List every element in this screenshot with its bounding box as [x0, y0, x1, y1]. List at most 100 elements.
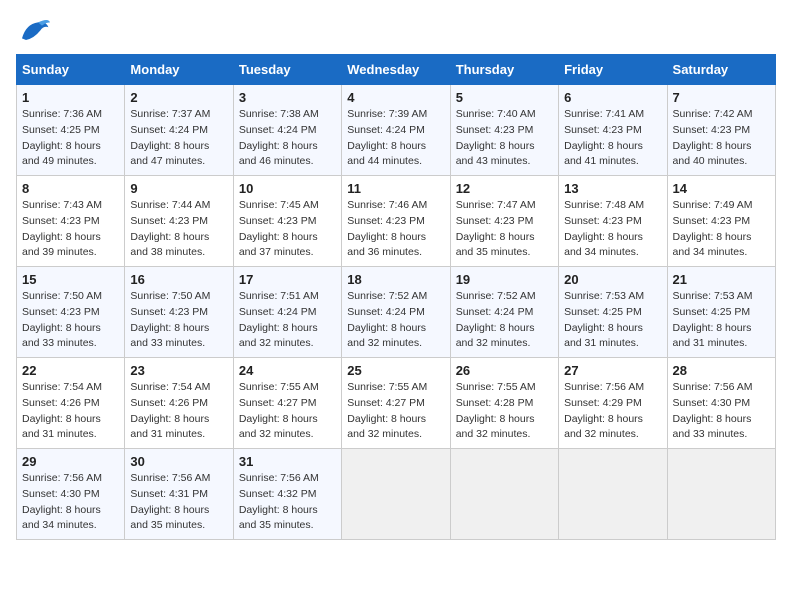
day-number: 24 — [239, 363, 336, 378]
day-info: Sunrise: 7:54 AM Sunset: 4:26 PM Dayligh… — [22, 380, 119, 443]
day-info: Sunrise: 7:51 AM Sunset: 4:24 PM Dayligh… — [239, 289, 336, 352]
calendar-cell: 12 Sunrise: 7:47 AM Sunset: 4:23 PM Dayl… — [450, 176, 558, 267]
day-number: 1 — [22, 90, 119, 105]
logo — [16, 16, 50, 44]
calendar-cell: 29 Sunrise: 7:56 AM Sunset: 4:30 PM Dayl… — [17, 449, 125, 540]
calendar-cell: 21 Sunrise: 7:53 AM Sunset: 4:25 PM Dayl… — [667, 267, 775, 358]
day-info: Sunrise: 7:52 AM Sunset: 4:24 PM Dayligh… — [347, 289, 444, 352]
page-header — [16, 16, 776, 44]
day-number: 21 — [673, 272, 770, 287]
calendar-cell: 26 Sunrise: 7:55 AM Sunset: 4:28 PM Dayl… — [450, 358, 558, 449]
calendar-cell: 19 Sunrise: 7:52 AM Sunset: 4:24 PM Dayl… — [450, 267, 558, 358]
day-number: 2 — [130, 90, 227, 105]
day-info: Sunrise: 7:56 AM Sunset: 4:30 PM Dayligh… — [22, 471, 119, 534]
day-number: 26 — [456, 363, 553, 378]
day-info: Sunrise: 7:46 AM Sunset: 4:23 PM Dayligh… — [347, 198, 444, 261]
calendar-cell: 4 Sunrise: 7:39 AM Sunset: 4:24 PM Dayli… — [342, 85, 450, 176]
week-row-2: 8 Sunrise: 7:43 AM Sunset: 4:23 PM Dayli… — [17, 176, 776, 267]
calendar-cell: 2 Sunrise: 7:37 AM Sunset: 4:24 PM Dayli… — [125, 85, 233, 176]
day-number: 7 — [673, 90, 770, 105]
day-info: Sunrise: 7:55 AM Sunset: 4:28 PM Dayligh… — [456, 380, 553, 443]
calendar-cell: 25 Sunrise: 7:55 AM Sunset: 4:27 PM Dayl… — [342, 358, 450, 449]
day-info: Sunrise: 7:44 AM Sunset: 4:23 PM Dayligh… — [130, 198, 227, 261]
calendar-cell: 9 Sunrise: 7:44 AM Sunset: 4:23 PM Dayli… — [125, 176, 233, 267]
calendar-cell: 22 Sunrise: 7:54 AM Sunset: 4:26 PM Dayl… — [17, 358, 125, 449]
calendar-cell: 14 Sunrise: 7:49 AM Sunset: 4:23 PM Dayl… — [667, 176, 775, 267]
weekday-header-saturday: Saturday — [667, 55, 775, 85]
day-info: Sunrise: 7:55 AM Sunset: 4:27 PM Dayligh… — [239, 380, 336, 443]
day-number: 13 — [564, 181, 661, 196]
day-info: Sunrise: 7:53 AM Sunset: 4:25 PM Dayligh… — [564, 289, 661, 352]
calendar-cell: 16 Sunrise: 7:50 AM Sunset: 4:23 PM Dayl… — [125, 267, 233, 358]
day-number: 5 — [456, 90, 553, 105]
weekday-header-tuesday: Tuesday — [233, 55, 341, 85]
calendar-cell: 23 Sunrise: 7:54 AM Sunset: 4:26 PM Dayl… — [125, 358, 233, 449]
day-number: 29 — [22, 454, 119, 469]
day-number: 31 — [239, 454, 336, 469]
calendar-cell: 17 Sunrise: 7:51 AM Sunset: 4:24 PM Dayl… — [233, 267, 341, 358]
day-info: Sunrise: 7:54 AM Sunset: 4:26 PM Dayligh… — [130, 380, 227, 443]
calendar-cell: 3 Sunrise: 7:38 AM Sunset: 4:24 PM Dayli… — [233, 85, 341, 176]
day-number: 10 — [239, 181, 336, 196]
day-info: Sunrise: 7:41 AM Sunset: 4:23 PM Dayligh… — [564, 107, 661, 170]
day-info: Sunrise: 7:45 AM Sunset: 4:23 PM Dayligh… — [239, 198, 336, 261]
calendar-cell: 28 Sunrise: 7:56 AM Sunset: 4:30 PM Dayl… — [667, 358, 775, 449]
day-number: 3 — [239, 90, 336, 105]
calendar-cell: 18 Sunrise: 7:52 AM Sunset: 4:24 PM Dayl… — [342, 267, 450, 358]
week-row-5: 29 Sunrise: 7:56 AM Sunset: 4:30 PM Dayl… — [17, 449, 776, 540]
day-number: 11 — [347, 181, 444, 196]
day-info: Sunrise: 7:50 AM Sunset: 4:23 PM Dayligh… — [22, 289, 119, 352]
calendar-cell: 24 Sunrise: 7:55 AM Sunset: 4:27 PM Dayl… — [233, 358, 341, 449]
day-number: 8 — [22, 181, 119, 196]
day-info: Sunrise: 7:42 AM Sunset: 4:23 PM Dayligh… — [673, 107, 770, 170]
weekday-row: SundayMondayTuesdayWednesdayThursdayFrid… — [17, 55, 776, 85]
day-info: Sunrise: 7:53 AM Sunset: 4:25 PM Dayligh… — [673, 289, 770, 352]
calendar-table: SundayMondayTuesdayWednesdayThursdayFrid… — [16, 54, 776, 540]
week-row-3: 15 Sunrise: 7:50 AM Sunset: 4:23 PM Dayl… — [17, 267, 776, 358]
day-number: 16 — [130, 272, 227, 287]
week-row-4: 22 Sunrise: 7:54 AM Sunset: 4:26 PM Dayl… — [17, 358, 776, 449]
day-info: Sunrise: 7:36 AM Sunset: 4:25 PM Dayligh… — [22, 107, 119, 170]
calendar-cell: 1 Sunrise: 7:36 AM Sunset: 4:25 PM Dayli… — [17, 85, 125, 176]
calendar-cell: 31 Sunrise: 7:56 AM Sunset: 4:32 PM Dayl… — [233, 449, 341, 540]
day-number: 27 — [564, 363, 661, 378]
day-info: Sunrise: 7:40 AM Sunset: 4:23 PM Dayligh… — [456, 107, 553, 170]
day-number: 28 — [673, 363, 770, 378]
day-number: 9 — [130, 181, 227, 196]
calendar-header: SundayMondayTuesdayWednesdayThursdayFrid… — [17, 55, 776, 85]
day-number: 12 — [456, 181, 553, 196]
weekday-header-friday: Friday — [559, 55, 667, 85]
day-info: Sunrise: 7:56 AM Sunset: 4:29 PM Dayligh… — [564, 380, 661, 443]
day-number: 19 — [456, 272, 553, 287]
calendar-cell — [667, 449, 775, 540]
calendar-cell: 27 Sunrise: 7:56 AM Sunset: 4:29 PM Dayl… — [559, 358, 667, 449]
day-number: 18 — [347, 272, 444, 287]
day-number: 25 — [347, 363, 444, 378]
calendar-cell — [559, 449, 667, 540]
day-number: 14 — [673, 181, 770, 196]
day-info: Sunrise: 7:38 AM Sunset: 4:24 PM Dayligh… — [239, 107, 336, 170]
day-number: 17 — [239, 272, 336, 287]
day-info: Sunrise: 7:37 AM Sunset: 4:24 PM Dayligh… — [130, 107, 227, 170]
calendar-cell: 10 Sunrise: 7:45 AM Sunset: 4:23 PM Dayl… — [233, 176, 341, 267]
calendar-cell — [342, 449, 450, 540]
day-info: Sunrise: 7:55 AM Sunset: 4:27 PM Dayligh… — [347, 380, 444, 443]
day-number: 6 — [564, 90, 661, 105]
day-info: Sunrise: 7:56 AM Sunset: 4:30 PM Dayligh… — [673, 380, 770, 443]
day-number: 4 — [347, 90, 444, 105]
calendar-body: 1 Sunrise: 7:36 AM Sunset: 4:25 PM Dayli… — [17, 85, 776, 540]
calendar-cell: 20 Sunrise: 7:53 AM Sunset: 4:25 PM Dayl… — [559, 267, 667, 358]
day-number: 20 — [564, 272, 661, 287]
calendar-cell: 13 Sunrise: 7:48 AM Sunset: 4:23 PM Dayl… — [559, 176, 667, 267]
day-info: Sunrise: 7:49 AM Sunset: 4:23 PM Dayligh… — [673, 198, 770, 261]
day-info: Sunrise: 7:43 AM Sunset: 4:23 PM Dayligh… — [22, 198, 119, 261]
calendar-cell: 15 Sunrise: 7:50 AM Sunset: 4:23 PM Dayl… — [17, 267, 125, 358]
day-number: 23 — [130, 363, 227, 378]
day-info: Sunrise: 7:56 AM Sunset: 4:32 PM Dayligh… — [239, 471, 336, 534]
calendar-cell: 8 Sunrise: 7:43 AM Sunset: 4:23 PM Dayli… — [17, 176, 125, 267]
calendar-cell: 6 Sunrise: 7:41 AM Sunset: 4:23 PM Dayli… — [559, 85, 667, 176]
calendar-cell — [450, 449, 558, 540]
weekday-header-sunday: Sunday — [17, 55, 125, 85]
weekday-header-wednesday: Wednesday — [342, 55, 450, 85]
day-info: Sunrise: 7:56 AM Sunset: 4:31 PM Dayligh… — [130, 471, 227, 534]
